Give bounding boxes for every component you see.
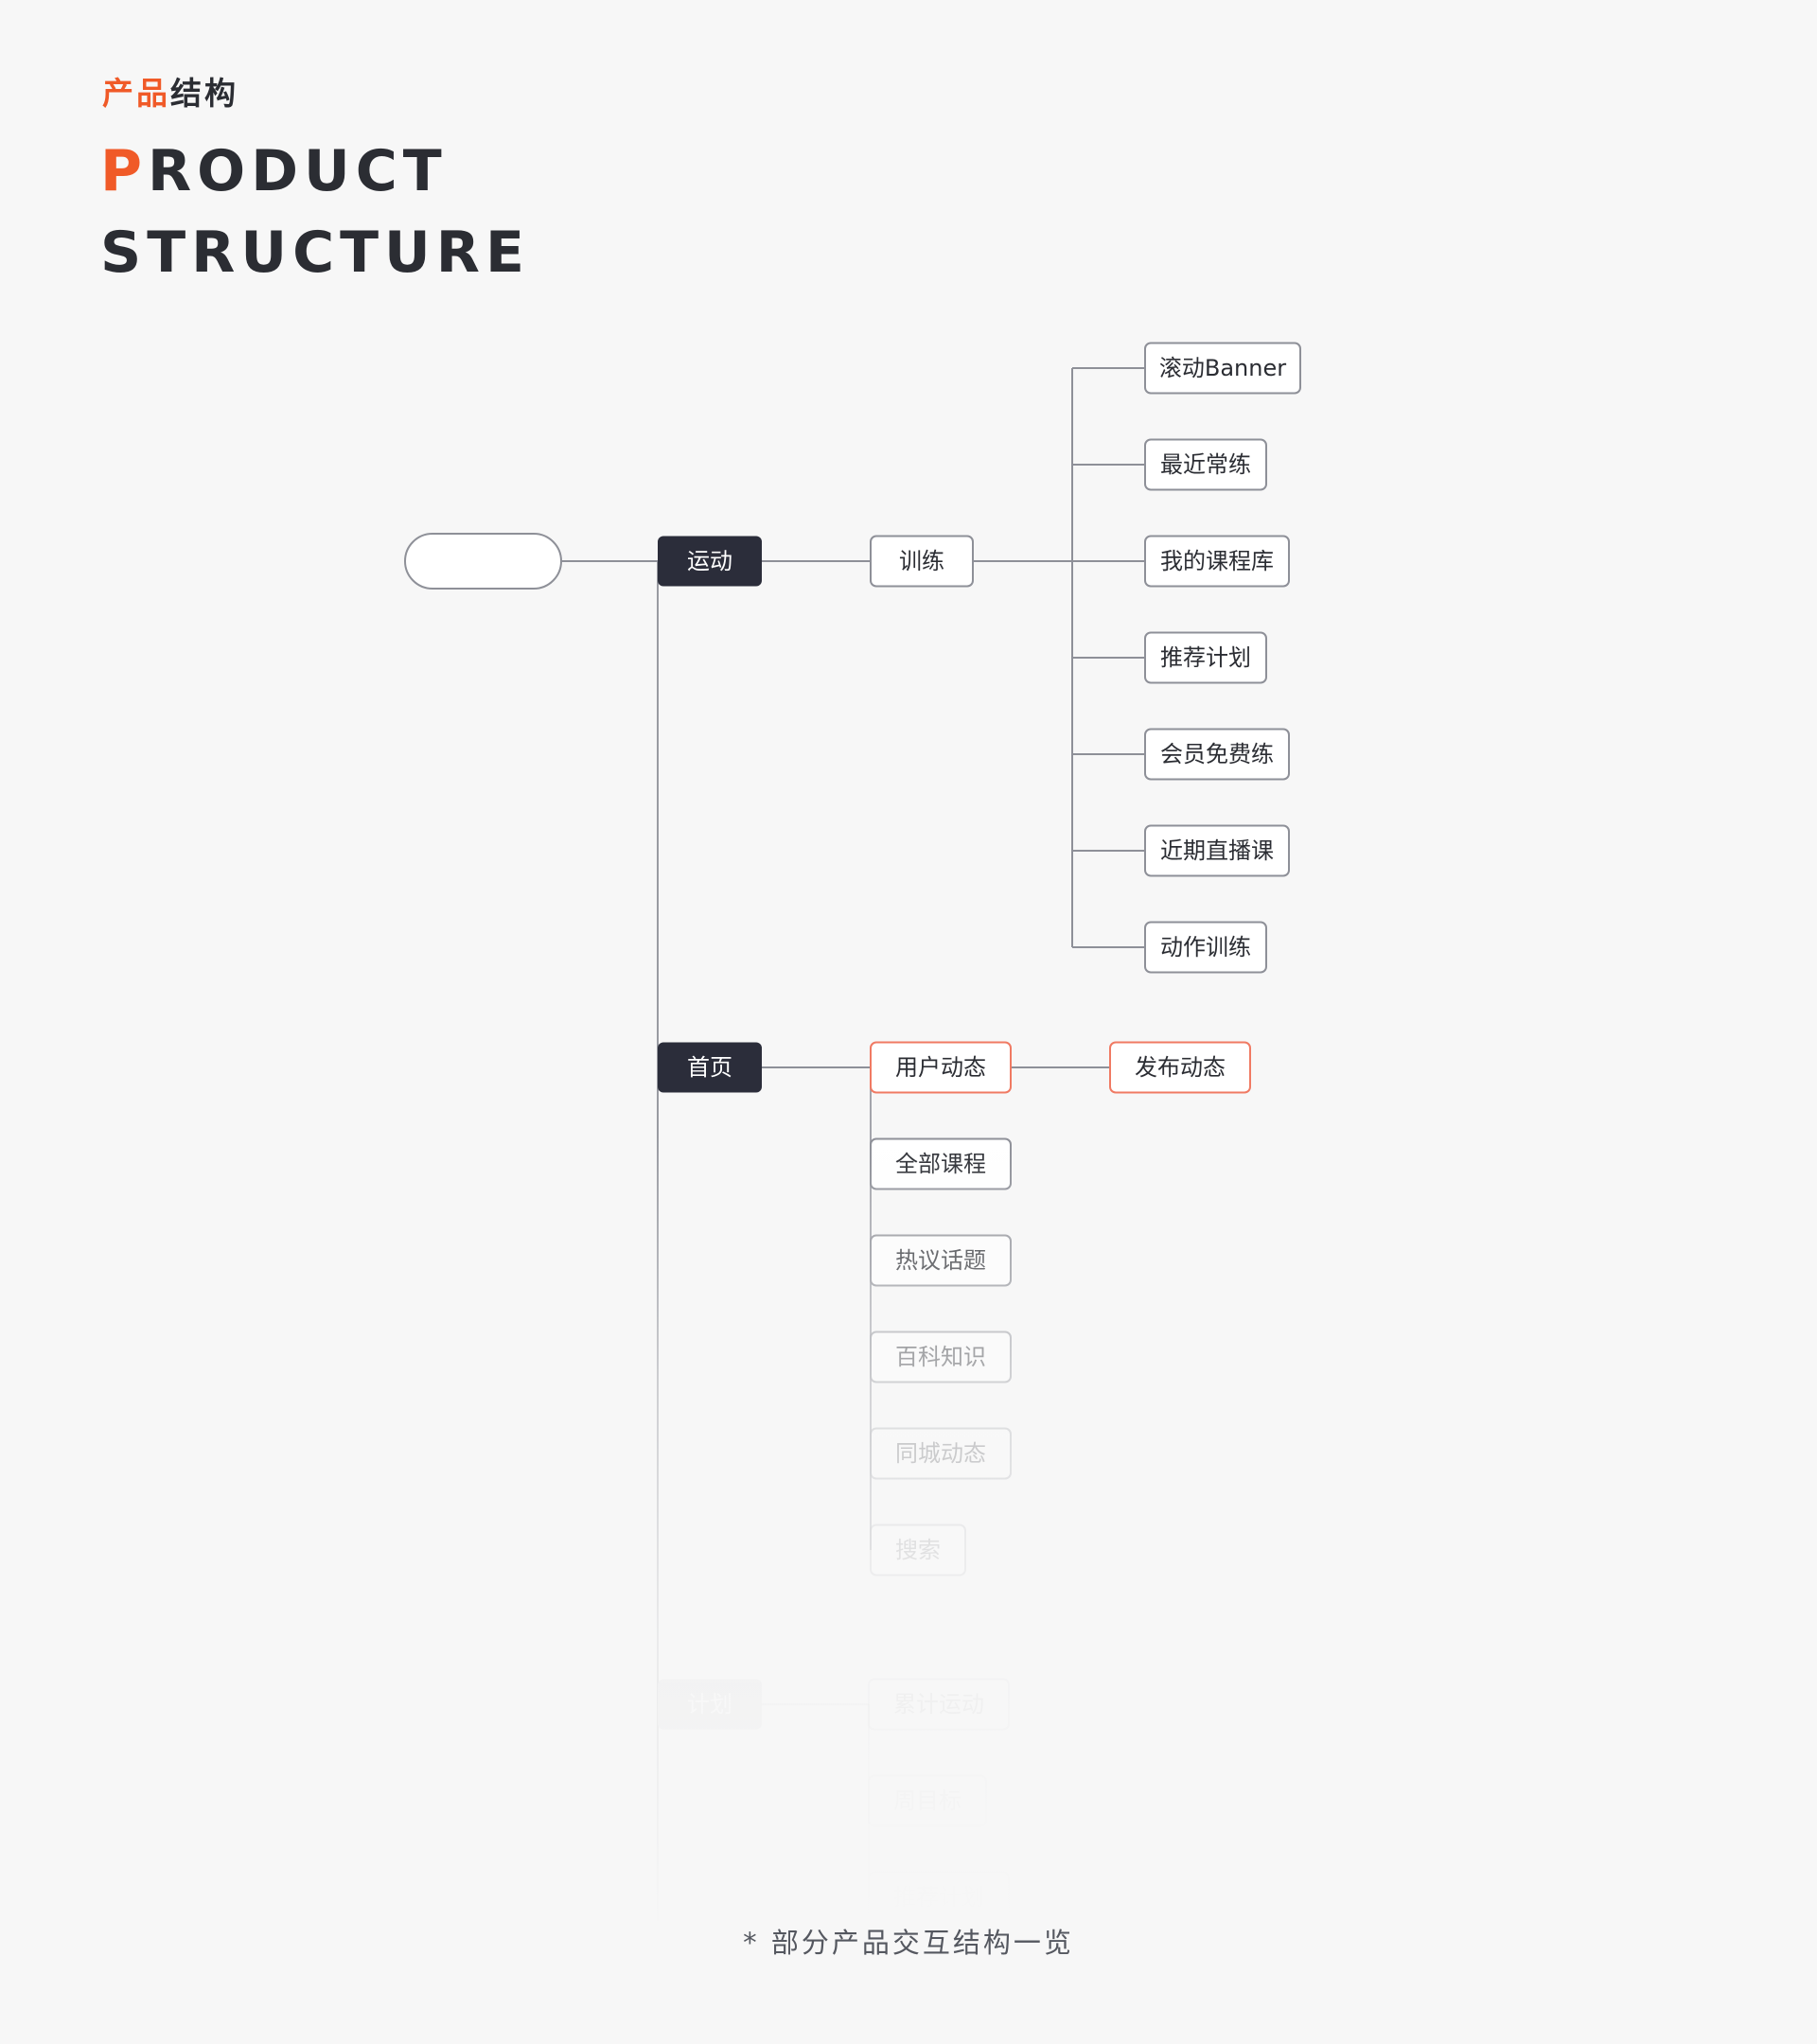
node-section-0[interactable]: 运动 <box>658 536 762 587</box>
node-section-1-child-2-label: 热议话题 <box>895 1247 986 1274</box>
node-section-2-child-1-label: 周目标 <box>893 1788 961 1814</box>
node-section-0-label: 运动 <box>687 548 732 574</box>
node-sport-training[interactable]: 训练 <box>870 535 974 588</box>
node-section-1-child-1[interactable]: 全部课程 <box>870 1137 1012 1190</box>
footnote: * 部分产品交互结构一览 <box>743 1927 1074 1959</box>
node-sport-training-label: 训练 <box>899 548 944 574</box>
node-training-leaf-3[interactable]: 推荐计划 <box>1144 631 1267 684</box>
node-training-leaf-0[interactable]: 滚动Banner <box>1144 342 1301 395</box>
node-section-1-child-4[interactable]: 同城动态 <box>870 1427 1012 1480</box>
node-section-1[interactable]: 首页 <box>658 1042 762 1093</box>
node-training-leaf-1[interactable]: 最近常练 <box>1144 438 1267 491</box>
node-section-1-child-1-label: 全部课程 <box>895 1151 986 1177</box>
node-section-2-child-2-label: 推荐计划 <box>893 1884 984 1911</box>
node-training-leaf-2-label: 我的课程库 <box>1160 548 1274 574</box>
node-section-2[interactable]: 计划 <box>658 1679 762 1730</box>
node-training-leaf-4[interactable]: 会员免费练 <box>1144 728 1290 781</box>
node-section-2-child-1[interactable]: 周目标 <box>868 1774 987 1827</box>
node-section-2-label: 计划 <box>687 1691 732 1718</box>
node-section-2-child-0[interactable]: 累计运动 <box>868 1678 1010 1731</box>
node-section-1-label: 首页 <box>687 1054 732 1081</box>
node-training-leaf-6[interactable]: 动作训练 <box>1144 921 1267 974</box>
node-section-1-child-0-label: 用户动态 <box>895 1054 986 1081</box>
node-training-leaf-0-label: 滚动Banner <box>1159 355 1286 381</box>
tree-edges <box>561 367 1145 1921</box>
node-section-1-child-2[interactable]: 热议话题 <box>870 1234 1012 1287</box>
node-section-2-child-0-label: 累计运动 <box>893 1691 984 1718</box>
node-training-leaf-3-label: 推荐计划 <box>1160 644 1251 671</box>
node-training-leaf-6-label: 动作训练 <box>1160 934 1251 960</box>
node-training-leaf-4-label: 会员免费练 <box>1160 741 1274 767</box>
node-root-label: Fit运动 <box>447 548 519 574</box>
node-section-1-child-5[interactable]: 搜索 <box>870 1524 966 1577</box>
node-training-leaf-5-label: 近期直播课 <box>1160 837 1274 864</box>
node-root[interactable]: Fit运动 <box>404 533 562 590</box>
node-section-2-child-2[interactable]: 推荐计划 <box>868 1871 1010 1924</box>
node-section-1-child-4-label: 同城动态 <box>895 1440 986 1467</box>
node-section-1-child-0-sub-0[interactable]: 发布动态 <box>1109 1041 1251 1094</box>
tree-nodes: Fit运动 运动 训练滚动Banner最近常练我的课程库推荐计划会员免费练近期直播课… <box>404 342 1301 1924</box>
node-section-1-child-0-sub-0-label: 发布动态 <box>1135 1054 1226 1081</box>
node-section-1-child-3[interactable]: 百科知识 <box>870 1330 1012 1383</box>
node-training-leaf-2[interactable]: 我的课程库 <box>1144 535 1290 588</box>
node-section-1-child-3-label: 百科知识 <box>895 1344 986 1370</box>
node-training-leaf-5[interactable]: 近期直播课 <box>1144 824 1290 877</box>
structure-tree: Fit运动 运动 训练滚动Banner最近常练我的课程库推荐计划会员免费练近期直播课… <box>404 342 1301 1924</box>
node-section-1-child-5-label: 搜索 <box>895 1537 941 1563</box>
node-training-leaf-1-label: 最近常练 <box>1160 451 1251 478</box>
node-section-1-child-0[interactable]: 用户动态 <box>870 1041 1012 1094</box>
